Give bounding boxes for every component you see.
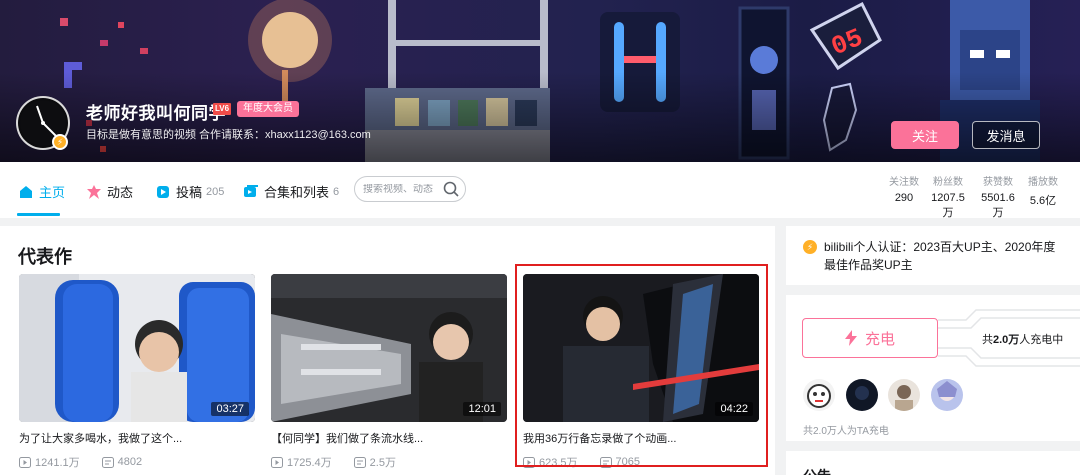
charge-card <box>786 295 1080 441</box>
search-input[interactable] <box>363 183 439 195</box>
danmaku-count: 4802 <box>101 456 143 468</box>
danmaku-count-value: 2.5万 <box>369 457 396 469</box>
home-icon <box>20 185 32 198</box>
tab-upload[interactable]: 投稿 205 <box>155 182 224 201</box>
tab-label: 动态 <box>107 185 134 200</box>
play-icon <box>271 456 283 468</box>
stat-label: 关注数 <box>889 177 919 188</box>
username: 老师好我叫何同学 <box>86 104 226 123</box>
video-duration: 03:27 <box>211 402 249 416</box>
thumbnail-image <box>271 274 507 422</box>
fan-avatar[interactable] <box>931 379 963 411</box>
person-avatar-icon <box>888 379 920 411</box>
charge-button-label: 充电 <box>864 330 895 348</box>
stat-value: 5.6亿 <box>1029 195 1057 207</box>
play-icon <box>19 456 31 468</box>
video-card[interactable]: 12:01 【何同学】我们做了条流水线... 1725.4万 2.5万 <box>271 274 507 470</box>
tab-count: 6 <box>333 185 340 198</box>
verified-icon: ⚡ <box>803 240 817 254</box>
stat-label: 播放数 <box>1028 177 1058 188</box>
tiger-avatar-icon <box>803 379 835 411</box>
active-tab-indicator <box>17 213 60 216</box>
follow-button[interactable]: 关注 <box>891 121 959 149</box>
stat-value: 5501.6万 <box>981 192 1015 219</box>
charge-count-prefix: 共 <box>982 334 993 346</box>
fan-avatar[interactable] <box>846 379 878 411</box>
danmaku-icon <box>353 456 366 468</box>
stat-label: 获赞数 <box>983 177 1013 188</box>
collection-icon <box>244 184 258 197</box>
dynamic-icon <box>87 184 101 199</box>
charge-count-suffix: 人充电中 <box>1019 334 1064 346</box>
tab-count: 205 <box>206 185 225 198</box>
search-box[interactable] <box>354 176 466 202</box>
thumbnail-image <box>19 274 255 422</box>
video-card[interactable]: 03:27 为了让大家多喝水，我做了这个... 1241.1万 4802 <box>19 274 255 470</box>
dark-avatar-icon <box>846 379 878 411</box>
video-meta: 1725.4万 2.5万 <box>271 454 507 470</box>
tab-home[interactable]: 主页 <box>18 182 65 201</box>
stat-likes: 获赞数 5501.6万 <box>976 173 1020 220</box>
search-icon[interactable] <box>443 181 459 197</box>
upload-icon <box>157 185 169 198</box>
tab-label: 投稿 <box>176 185 203 200</box>
play-count-value: 1241.1万 <box>35 457 80 469</box>
fan-avatar[interactable] <box>803 379 835 411</box>
highlight-box <box>515 264 768 467</box>
fan-avatar[interactable] <box>888 379 920 411</box>
circuit-decoration <box>938 309 1080 367</box>
vip-badge: 年度大会员 <box>237 101 299 117</box>
tab-label: 合集和列表 <box>264 185 330 200</box>
lightning-icon <box>844 330 857 346</box>
charge-footer: 共2.0万人为TA充电 <box>803 426 889 437</box>
video-duration: 12:01 <box>463 402 501 416</box>
anime-avatar-icon <box>931 379 963 411</box>
video-thumbnail[interactable]: 12:01 <box>271 274 507 422</box>
stat-value: 1207.5万 <box>931 192 965 219</box>
announcement-title: 公告 <box>803 466 831 475</box>
video-meta: 1241.1万 4802 <box>19 454 255 470</box>
stat-value: 290 <box>894 192 914 204</box>
verified-badge-icon: ⚡ <box>52 134 68 150</box>
tab-dynamic[interactable]: 动态 <box>86 182 133 201</box>
danmaku-count: 2.5万 <box>353 454 396 470</box>
verification-text: bilibili个人认证：2023百大UP主、2020年度最佳作品奖UP主 <box>824 240 1056 272</box>
video-thumbnail[interactable]: 03:27 <box>19 274 255 422</box>
charge-count-value: 2.0万 <box>993 334 1020 346</box>
signature: 目标是做有意思的视频 合作请联系：xhaxx1123@163.com <box>86 129 371 141</box>
charge-button[interactable]: 充电 <box>802 318 938 358</box>
video-title[interactable]: 【何同学】我们做了条流水线... <box>271 430 507 446</box>
tab-label: 主页 <box>39 185 66 200</box>
danmaku-icon <box>101 456 114 468</box>
video-title[interactable]: 为了让大家多喝水，我做了这个... <box>19 430 255 446</box>
charge-count: 共2.0万人充电中 <box>982 331 1063 347</box>
danmaku-count-value: 4802 <box>117 456 143 468</box>
stat-following[interactable]: 关注数 290 <box>882 173 926 204</box>
play-count: 1725.4万 <box>271 454 332 470</box>
message-button[interactable]: 发消息 <box>972 121 1040 149</box>
tab-collections[interactable]: 合集和列表 6 <box>243 182 339 201</box>
stat-label: 粉丝数 <box>933 177 963 188</box>
section-title: 代表作 <box>18 247 72 267</box>
play-count: 1241.1万 <box>19 454 80 470</box>
stat-followers[interactable]: 粉丝数 1207.5万 <box>926 173 970 220</box>
level-badge: LV6 <box>213 103 232 115</box>
play-count-value: 1725.4万 <box>287 457 332 469</box>
stat-plays: 播放数 5.6亿 <box>1021 173 1065 208</box>
